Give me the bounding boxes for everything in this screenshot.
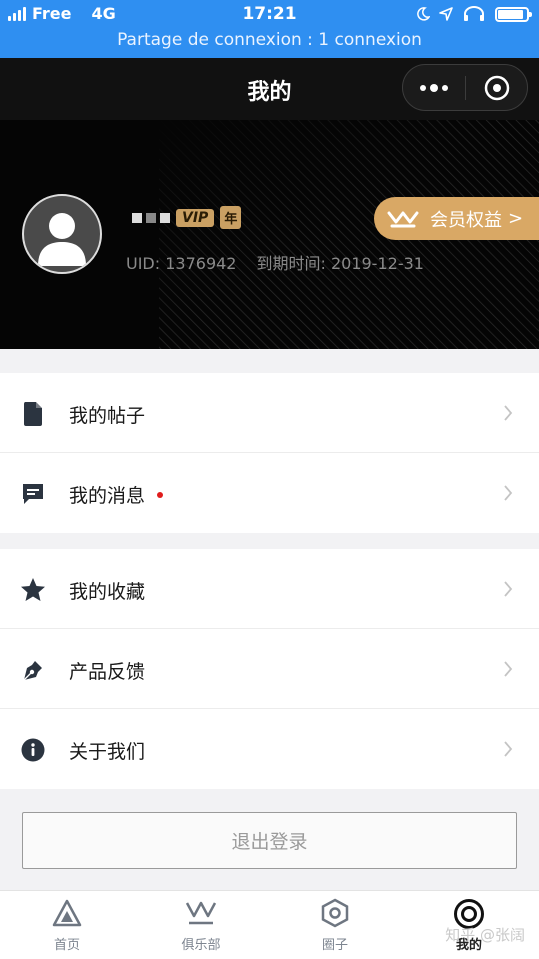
menu-item-my-posts[interactable]: 我的帖子 (0, 373, 539, 453)
dot-icon (430, 83, 438, 92)
nav-bar: 我的 (0, 58, 539, 120)
tab-label: 俱乐部 (181, 938, 221, 953)
avatar[interactable] (22, 194, 102, 274)
close-target-icon (484, 75, 510, 100)
menu-item-favorites[interactable]: 我的收藏 (0, 549, 539, 629)
hexagon-icon (321, 898, 349, 928)
expiry-text: 到期时间: 2019-12-31 (256, 254, 424, 273)
tab-label: 圈子 (321, 938, 348, 953)
menu-item-about[interactable]: 关于我们 (0, 709, 539, 789)
headphones-icon (464, 6, 484, 21)
chevron-right-icon (504, 405, 513, 421)
mini-program-capsule (402, 64, 528, 111)
document-icon (20, 401, 46, 427)
more-button[interactable] (403, 65, 465, 110)
menu-item-feedback[interactable]: 产品反馈 (0, 629, 539, 709)
home-triangle-icon (52, 899, 82, 927)
chevron-right-icon (504, 485, 513, 501)
message-icon (20, 481, 46, 507)
member-arrow: > (508, 208, 524, 229)
dot-icon (420, 84, 426, 91)
year-badge: 年 (220, 206, 242, 229)
battery-icon (495, 6, 532, 22)
username-row: VIP 年 (132, 206, 242, 229)
close-button[interactable] (466, 65, 528, 110)
member-benefits-label: 会员权益 (430, 209, 502, 231)
crown-icon (185, 901, 217, 925)
menu-group-2: 我的收藏 产品反馈 关于我们 (0, 549, 539, 789)
moon-icon (417, 7, 430, 21)
dot-icon (442, 84, 448, 91)
menu-label: 我的帖子 (69, 405, 146, 427)
tab-home[interactable]: 首页 (0, 891, 134, 959)
account-info: UID: 1376942 到期时间: 2019-12-31 (126, 250, 424, 274)
pen-icon (20, 657, 46, 683)
logout-button[interactable]: 退出登录 (22, 812, 517, 869)
menu-label: 我的收藏 (69, 581, 146, 603)
tab-label: 首页 (53, 938, 80, 953)
chevron-right-icon (504, 741, 513, 757)
menu-label: 我的消息 (69, 485, 146, 507)
menu-item-my-messages[interactable]: 我的消息 (0, 453, 539, 533)
profile-header: VIP 年 UID: 1376942 到期时间: 2019-12-31 会员权益 … (0, 120, 539, 349)
username-redacted (132, 212, 170, 223)
status-bar: Free 4G 17:21 Partage de connexion : 1 c… (0, 0, 539, 58)
menu-label: 产品反馈 (69, 661, 146, 683)
menu-group-1: 我的帖子 我的消息 (0, 373, 539, 533)
uid-text: UID: 1376942 (126, 254, 237, 273)
menu-label: 关于我们 (69, 741, 146, 763)
watermark: 知乎 @张阔 (445, 926, 525, 944)
tab-club[interactable]: 俱乐部 (134, 891, 268, 959)
location-arrow-icon (439, 7, 453, 21)
unread-dot (157, 491, 164, 498)
info-icon (20, 737, 46, 763)
tab-circle[interactable]: 圈子 (268, 891, 402, 959)
member-benefits-button[interactable]: 会员权益 > (374, 197, 539, 240)
chevron-right-icon (504, 581, 513, 597)
user-silhouette-icon (38, 213, 86, 266)
crown-icon (387, 211, 419, 227)
hotspot-banner[interactable]: Partage de connexion : 1 connexion (0, 30, 539, 50)
chevron-right-icon (504, 661, 513, 677)
logout-section: 退出登录 (0, 790, 539, 890)
star-icon (20, 577, 46, 603)
vip-badge: VIP (176, 208, 215, 227)
